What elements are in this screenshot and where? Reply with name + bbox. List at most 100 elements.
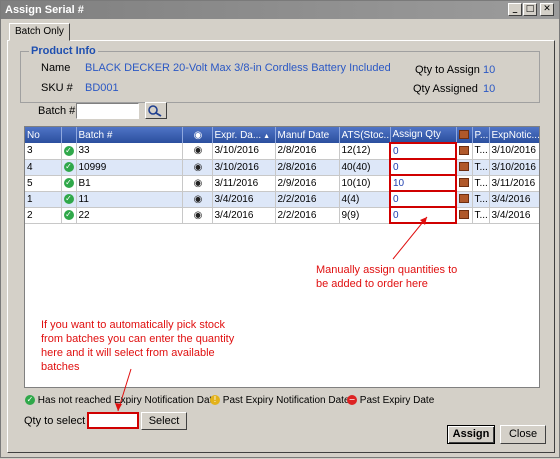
cell-assign-qty[interactable]: 10	[389, 174, 457, 192]
cell-status: ✓	[61, 191, 77, 208]
cell-expr-date: 3/10/2016	[212, 159, 276, 176]
qty-to-assign-value: 10	[483, 64, 496, 76]
cell-expr-date: 3/4/2016	[212, 191, 276, 208]
book-icon[interactable]	[459, 178, 469, 188]
grid-header-row: No Batch # ◉ Expr. Da... ▲ Manuf Date AT…	[25, 127, 539, 143]
close-window-button[interactable]: ✕	[540, 3, 554, 16]
qty-to-select-label: Qty to select	[24, 415, 86, 427]
cell-expr-date: 3/10/2016	[212, 143, 276, 160]
cell-book[interactable]	[456, 207, 473, 224]
col-header-ats[interactable]: ATS(Stoc...	[339, 127, 391, 143]
col-header-status[interactable]	[61, 127, 77, 143]
book-icon[interactable]	[459, 162, 469, 172]
annotation-auto-line3: here and it will select from available	[41, 347, 215, 359]
cell-status: ✓	[61, 159, 77, 176]
cell-expr-date: 3/11/2016	[212, 175, 276, 192]
qty-to-select-input[interactable]	[87, 412, 139, 429]
check-green-icon: ✓	[63, 193, 74, 204]
legend-yellow-label: Past Expiry Notification Date	[222, 395, 350, 406]
cell-assign-qty[interactable]: 0	[389, 142, 457, 160]
col-header-exp-notice[interactable]: ExpNotic...	[489, 127, 539, 143]
cell-manuf-date: 2/2/2016	[275, 207, 340, 224]
title-bar[interactable]: Assign Serial # _ □ ✕	[1, 1, 559, 19]
col-header-expr-date-label: Expr. Da...	[214, 129, 262, 141]
legend-green: ✓ Has not reached Expiry Notification Da…	[25, 395, 218, 406]
table-row[interactable]: 3 ✓ 33 ◉ 3/10/2016 2/8/2016 12(12) 0 T... 3/10/20…	[25, 142, 539, 160]
check-green-icon: ✓	[63, 177, 74, 188]
batch-search-input[interactable]	[76, 103, 139, 119]
col-header-p[interactable]: P...	[472, 127, 490, 143]
batch-search-label: Batch #	[38, 105, 76, 117]
annotation-auto-line2: from batches you can enter the quantity	[41, 333, 235, 345]
table-row[interactable]: 4 ✓ 10999 ◉ 3/10/2016 2/8/2016 40(40) 0 T... 3/10…	[25, 158, 539, 176]
cell-p: T...	[472, 207, 490, 224]
cell-view[interactable]: ◉	[182, 191, 213, 208]
close-button[interactable]: Close	[500, 425, 546, 444]
eye-icon[interactable]: ◉	[194, 178, 203, 189]
table-row[interactable]: 2 ✓ 22 ◉ 3/4/2016 2/2/2016 9(9) 0 T... 3/4/2016	[25, 206, 539, 224]
book-icon[interactable]	[459, 146, 469, 156]
search-icon	[148, 105, 162, 117]
cell-p: T...	[472, 143, 490, 160]
cell-no: 4	[25, 159, 62, 176]
cell-manuf-date: 2/9/2016	[275, 175, 340, 192]
cell-book[interactable]	[456, 159, 473, 176]
col-header-assign-qty[interactable]: Assign Qty	[390, 127, 457, 143]
qty-assigned-label: Qty Assigned	[413, 83, 478, 95]
col-header-batch[interactable]: Batch #	[76, 127, 183, 143]
annotation-auto-line4: batches	[41, 361, 80, 373]
legend-green-label: Has not reached Expiry Notification Date	[37, 395, 218, 406]
legend-yellow: ! Past Expiry Notification Date	[210, 395, 350, 406]
col-header-book[interactable]	[456, 127, 473, 143]
cell-view[interactable]: ◉	[182, 159, 213, 176]
sku-value: BD001	[85, 82, 119, 94]
book-icon[interactable]	[459, 194, 469, 204]
legend-red-label: Past Expiry Date	[359, 395, 435, 406]
cell-view[interactable]: ◉	[182, 207, 213, 224]
cell-book[interactable]	[456, 143, 473, 160]
cell-no: 5	[25, 175, 62, 192]
cell-ats: 40(40)	[339, 159, 391, 176]
col-header-view[interactable]: ◉	[182, 127, 213, 143]
eye-icon[interactable]: ◉	[194, 145, 203, 156]
tab-batch-only[interactable]: Batch Only	[9, 23, 70, 41]
select-button[interactable]: Select	[141, 412, 187, 430]
eye-icon[interactable]: ◉	[194, 210, 203, 221]
name-label: Name	[41, 62, 71, 74]
col-header-manuf-date[interactable]: Manuf Date	[275, 127, 340, 143]
cell-ats: 10(10)	[339, 175, 391, 192]
eye-icon[interactable]: ◉	[194, 162, 203, 173]
cell-book[interactable]	[456, 191, 473, 208]
check-green-icon: ✓	[63, 161, 74, 172]
cell-exp-notice: 3/10/2016	[489, 159, 539, 176]
table-row[interactable]: 1 ✓ 11 ◉ 3/4/2016 2/2/2016 4(4) 0 T... 3/4/2016	[25, 190, 539, 208]
col-header-no[interactable]: No	[25, 127, 62, 143]
cell-batch: 22	[76, 207, 183, 224]
col-header-expr-date[interactable]: Expr. Da... ▲	[212, 127, 276, 143]
batch-search-button[interactable]	[145, 102, 167, 119]
cell-assign-qty[interactable]: 0	[389, 190, 457, 208]
assign-button[interactable]: Assign	[447, 425, 495, 444]
sku-label: SKU #	[41, 82, 73, 94]
product-name-value: BLACK DECKER 20-Volt Max 3/8-in Cordless…	[85, 62, 391, 74]
book-icon[interactable]	[459, 210, 469, 220]
table-row[interactable]: 5 ✓ B1 ◉ 3/11/2016 2/9/2016 10(10) 10 T... 3/11/2…	[25, 174, 539, 192]
check-green-icon: ✓	[63, 145, 74, 156]
cell-assign-qty[interactable]: 0	[389, 158, 457, 176]
cell-batch: 33	[76, 143, 183, 160]
cell-view[interactable]: ◉	[182, 175, 213, 192]
qty-to-assign-label: Qty to Assign	[415, 64, 480, 76]
annotation-manual-line1: Manually assign quantities to	[316, 264, 458, 276]
minimize-button[interactable]: _	[508, 3, 522, 16]
cell-batch: 11	[76, 191, 183, 208]
eye-icon[interactable]: ◉	[194, 194, 203, 205]
cell-book[interactable]	[456, 175, 473, 192]
cell-assign-qty[interactable]: 0	[389, 206, 457, 224]
cell-manuf-date: 2/8/2016	[275, 143, 340, 160]
cell-view[interactable]: ◉	[182, 143, 213, 160]
annotation-manual-line2: be added to order here	[316, 278, 428, 290]
batch-table: No Batch # ◉ Expr. Da... ▲ Manuf Date AT…	[25, 127, 539, 224]
cell-p: T...	[472, 191, 490, 208]
maximize-button[interactable]: □	[523, 3, 537, 16]
cell-exp-notice: 3/11/2016	[489, 175, 539, 192]
